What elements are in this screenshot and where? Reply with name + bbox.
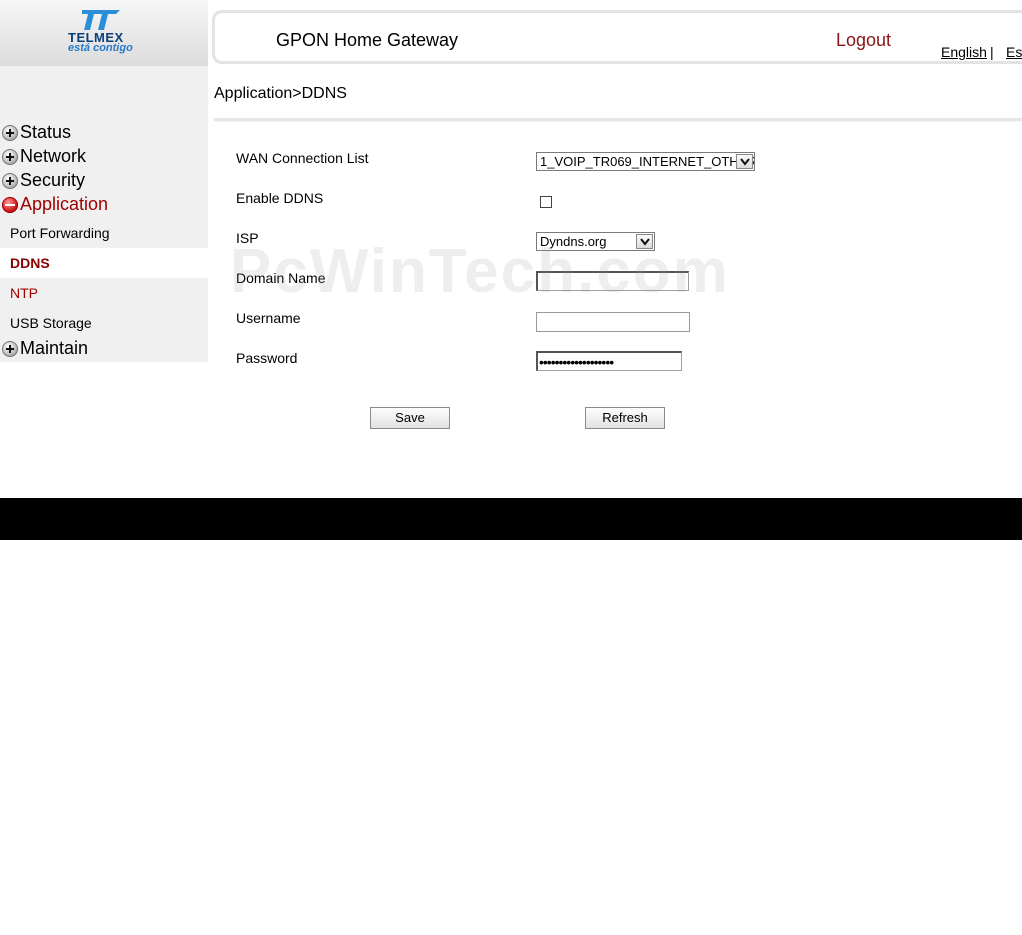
wan-connection-select[interactable]: 1_VOIP_TR069_INTERNET_OTHER (536, 152, 755, 171)
logout-link[interactable]: Logout (836, 30, 891, 51)
sidebar-subitem-label: USB Storage (10, 315, 92, 331)
domain-name-label: Domain Name (236, 270, 326, 286)
wan-connection-label: WAN Connection List (236, 150, 369, 166)
chevron-down-icon (736, 154, 753, 169)
sidebar-item-application[interactable]: Application (2, 194, 108, 215)
sidebar-subitem-label: DDNS (10, 255, 50, 271)
chevron-down-icon (636, 234, 653, 249)
sidebar-subitem-port-forwarding[interactable]: Port Forwarding (0, 218, 208, 248)
telmex-logo-icon (82, 10, 120, 30)
sidebar: Status Network Security Application Port… (0, 66, 208, 362)
wan-connection-value: 1_VOIP_TR069_INTERNET_OTHER (540, 154, 755, 169)
isp-label: ISP (236, 230, 259, 246)
sidebar-subitem-ntp[interactable]: NTP (0, 278, 208, 308)
expand-plus-icon (2, 148, 18, 165)
language-spanish-link[interactable]: Es (1006, 44, 1022, 60)
sidebar-item-label: Status (20, 122, 72, 142)
expand-plus-icon (2, 124, 18, 141)
collapse-minus-icon (2, 196, 18, 213)
enable-ddns-checkbox[interactable] (540, 196, 552, 208)
expand-plus-icon (2, 340, 18, 357)
password-mask: ••••••••••••••••••• (539, 354, 614, 370)
breadcrumb: Application>DDNS (214, 85, 347, 102)
logo-area: TELMEX está contigo (0, 0, 208, 66)
isp-value: Dyndns.org (540, 234, 607, 249)
logo-tagline: está contigo (68, 42, 133, 54)
username-input[interactable] (536, 312, 690, 332)
sidebar-item-label: Maintain (20, 338, 89, 358)
expand-plus-icon (2, 172, 18, 189)
footer-bar (0, 498, 1022, 540)
sidebar-item-label: Network (20, 146, 87, 166)
isp-select[interactable]: Dyndns.org (536, 232, 655, 251)
page-title: GPON Home Gateway (276, 30, 459, 50)
sidebar-subitem-label: Port Forwarding (10, 225, 110, 241)
language-english-link[interactable]: English (941, 44, 987, 60)
enable-ddns-label: Enable DDNS (236, 190, 324, 206)
save-button[interactable]: Save (370, 407, 450, 429)
sidebar-item-status[interactable]: Status (2, 122, 71, 143)
sidebar-item-network[interactable]: Network (2, 146, 86, 167)
refresh-button[interactable]: Refresh (585, 407, 665, 429)
sidebar-item-label: Security (20, 170, 86, 190)
sidebar-subitem-ddns[interactable]: DDNS (0, 248, 208, 278)
password-label: Password (236, 350, 298, 366)
password-input[interactable]: ••••••••••••••••••• (536, 351, 682, 371)
sidebar-subitem-label: NTP (10, 285, 38, 301)
sidebar-item-maintain[interactable]: Maintain (2, 338, 88, 359)
domain-name-input[interactable] (536, 271, 689, 291)
username-label: Username (236, 310, 301, 326)
sidebar-item-security[interactable]: Security (2, 170, 85, 191)
sidebar-subitem-usb-storage[interactable]: USB Storage (0, 308, 208, 338)
content-divider (214, 118, 1022, 122)
sidebar-item-label: Application (20, 194, 109, 214)
language-separator: | (990, 44, 994, 60)
